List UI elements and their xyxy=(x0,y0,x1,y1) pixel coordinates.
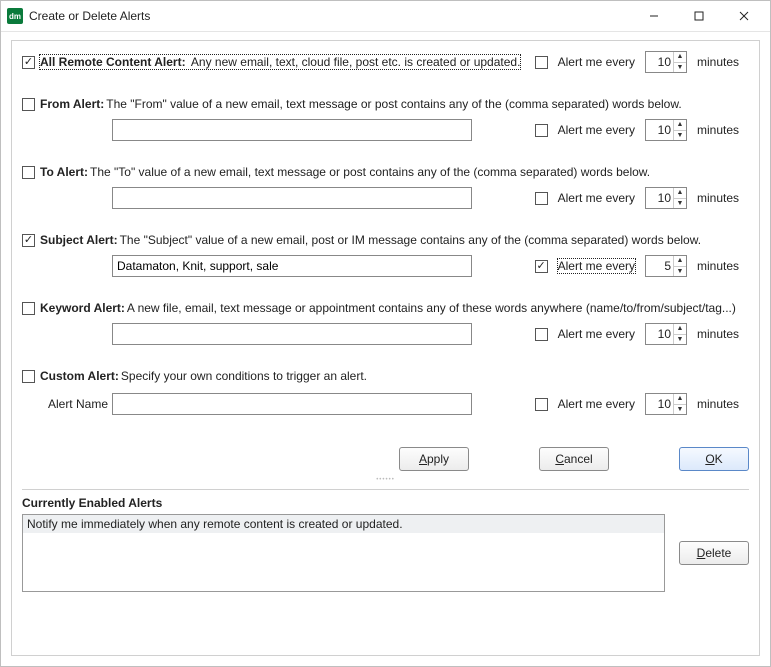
spin-down-icon[interactable]: ▼ xyxy=(674,405,686,415)
keyword-spin-buttons[interactable]: ▲▼ xyxy=(673,324,686,344)
remote-spin-buttons[interactable]: ▲▼ xyxy=(673,52,686,72)
to-alert-label: To Alert: xyxy=(40,165,88,179)
button-bar: Apply Cancel OK xyxy=(22,439,749,477)
custom-every-checkbox[interactable] xyxy=(535,398,548,411)
enabled-alerts-listbox[interactable]: Notify me immediately when any remote co… xyxy=(22,514,665,592)
enabled-alerts-area: Notify me immediately when any remote co… xyxy=(22,514,749,592)
remote-every-label: Alert me every xyxy=(558,55,635,69)
custom-alert-name-input[interactable] xyxy=(112,393,472,415)
custom-spin-buttons[interactable]: ▲▼ xyxy=(673,394,686,414)
titlebar: dm Create or Delete Alerts xyxy=(1,1,770,32)
subject-every-label: Alert me every xyxy=(558,259,635,273)
keyword-alert-block: Keyword Alert: A new file, email, text m… xyxy=(22,301,749,345)
delete-button[interactable]: Delete xyxy=(679,541,749,565)
spin-down-icon[interactable]: ▼ xyxy=(674,199,686,209)
spin-up-icon[interactable]: ▲ xyxy=(674,394,686,405)
spin-up-icon[interactable]: ▲ xyxy=(674,256,686,267)
remote-every-value: 10 xyxy=(646,55,673,69)
keyword-alert-input[interactable] xyxy=(112,323,472,345)
window-close-button[interactable] xyxy=(721,2,766,30)
cancel-button[interactable]: Cancel xyxy=(539,447,609,471)
spin-down-icon[interactable]: ▼ xyxy=(674,63,686,73)
from-spin-buttons[interactable]: ▲▼ xyxy=(673,120,686,140)
main-panel: All Remote Content Alert: Any new email,… xyxy=(11,40,760,656)
remote-alert-label: All Remote Content Alert: xyxy=(40,55,186,69)
spin-up-icon[interactable]: ▲ xyxy=(674,324,686,335)
keyword-alert-desc: A new file, email, text message or appoi… xyxy=(127,301,736,315)
spin-down-icon[interactable]: ▼ xyxy=(674,131,686,141)
remote-every-checkbox[interactable] xyxy=(535,56,548,69)
subject-alert-input[interactable] xyxy=(112,255,472,277)
subject-every-checkbox[interactable] xyxy=(535,260,548,273)
from-every-unit: minutes xyxy=(697,123,749,137)
custom-alert-name-label: Alert Name xyxy=(22,397,112,411)
from-every-spinner[interactable]: 10 ▲▼ xyxy=(645,119,687,141)
enabled-alerts-header: Currently Enabled Alerts xyxy=(22,489,749,510)
keyword-every-unit: minutes xyxy=(697,327,749,341)
keyword-alert-label: Keyword Alert: xyxy=(40,301,125,315)
spin-up-icon[interactable]: ▲ xyxy=(674,52,686,63)
keyword-alert-checkbox[interactable] xyxy=(22,302,35,315)
remote-alert-block: All Remote Content Alert: Any new email,… xyxy=(22,51,749,73)
to-alert-checkbox[interactable] xyxy=(22,166,35,179)
custom-every-unit: minutes xyxy=(697,397,749,411)
ok-button[interactable]: OK xyxy=(679,447,749,471)
subject-alert-block: Subject Alert: The "Subject" value of a … xyxy=(22,233,749,277)
splitter-gripper-icon[interactable]: •••••• xyxy=(22,477,749,483)
custom-alert-label: Custom Alert: xyxy=(40,369,119,383)
to-every-label: Alert me every xyxy=(558,191,635,205)
from-every-value: 10 xyxy=(646,123,673,137)
subject-every-spinner[interactable]: 5 ▲▼ xyxy=(645,255,687,277)
subject-every-unit: minutes xyxy=(697,259,749,273)
spin-down-icon[interactable]: ▼ xyxy=(674,267,686,277)
from-alert-label: From Alert: xyxy=(40,97,104,111)
from-every-checkbox[interactable] xyxy=(535,124,548,137)
custom-alert-desc: Specify your own conditions to trigger a… xyxy=(121,369,367,383)
custom-alert-block: Custom Alert: Specify your own condition… xyxy=(22,369,749,415)
remote-every-unit: minutes xyxy=(697,55,749,69)
window-title: Create or Delete Alerts xyxy=(29,9,631,23)
from-every-label: Alert me every xyxy=(558,123,635,137)
window-minimize-button[interactable] xyxy=(631,2,676,30)
to-every-value: 10 xyxy=(646,191,673,205)
to-alert-input[interactable] xyxy=(112,187,472,209)
to-alert-block: To Alert: The "To" value of a new email,… xyxy=(22,165,749,209)
subject-alert-label: Subject Alert: xyxy=(40,233,118,247)
custom-every-label: Alert me every xyxy=(558,397,635,411)
keyword-every-checkbox[interactable] xyxy=(535,328,548,341)
apply-button[interactable]: Apply xyxy=(399,447,469,471)
list-item[interactable]: Notify me immediately when any remote co… xyxy=(23,515,664,533)
keyword-every-spinner[interactable]: 10 ▲▼ xyxy=(645,323,687,345)
from-alert-input[interactable] xyxy=(112,119,472,141)
subject-alert-checkbox[interactable] xyxy=(22,234,35,247)
spin-up-icon[interactable]: ▲ xyxy=(674,188,686,199)
keyword-every-value: 10 xyxy=(646,327,673,341)
to-every-unit: minutes xyxy=(697,191,749,205)
subject-alert-desc: The "Subject" value of a new email, post… xyxy=(120,233,701,247)
remote-every-spinner[interactable]: 10 ▲▼ xyxy=(645,51,687,73)
custom-every-spinner[interactable]: 10 ▲▼ xyxy=(645,393,687,415)
subject-every-value: 5 xyxy=(646,259,673,273)
app-icon: dm xyxy=(7,8,23,24)
remote-alert-desc: Any new email, text, cloud file, post et… xyxy=(191,55,521,69)
spin-up-icon[interactable]: ▲ xyxy=(674,120,686,131)
to-alert-desc: The "To" value of a new email, text mess… xyxy=(90,165,650,179)
from-alert-desc: The "From" value of a new email, text me… xyxy=(106,97,681,111)
to-every-checkbox[interactable] xyxy=(535,192,548,205)
custom-alert-checkbox[interactable] xyxy=(22,370,35,383)
to-every-spinner[interactable]: 10 ▲▼ xyxy=(645,187,687,209)
to-spin-buttons[interactable]: ▲▼ xyxy=(673,188,686,208)
subject-spin-buttons[interactable]: ▲▼ xyxy=(673,256,686,276)
from-alert-block: From Alert: The "From" value of a new em… xyxy=(22,97,749,141)
keyword-every-label: Alert me every xyxy=(558,327,635,341)
remote-alert-checkbox[interactable] xyxy=(22,56,35,69)
spin-down-icon[interactable]: ▼ xyxy=(674,335,686,345)
custom-every-value: 10 xyxy=(646,397,673,411)
window-root: dm Create or Delete Alerts All Remote Co… xyxy=(0,0,771,667)
window-maximize-button[interactable] xyxy=(676,2,721,30)
from-alert-checkbox[interactable] xyxy=(22,98,35,111)
content-area: All Remote Content Alert: Any new email,… xyxy=(1,32,770,666)
